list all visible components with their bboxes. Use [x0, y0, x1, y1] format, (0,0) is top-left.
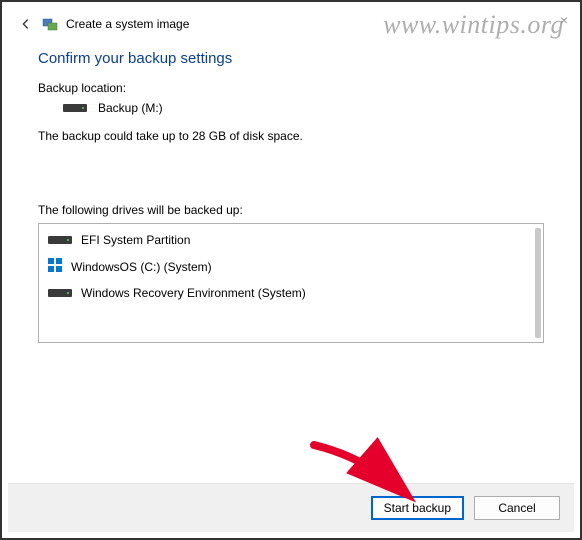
list-item: EFI System Partition — [45, 228, 525, 252]
window-title: Create a system image — [66, 17, 189, 31]
back-button[interactable] — [18, 16, 34, 32]
page-heading: Confirm your backup settings — [38, 50, 544, 67]
hdd-icon — [62, 101, 88, 115]
hdd-icon — [47, 286, 73, 300]
hdd-icon — [47, 233, 73, 247]
start-backup-button[interactable]: Start backup — [371, 496, 464, 520]
backup-location-row: Backup (M:) — [38, 101, 544, 115]
cancel-button[interactable]: Cancel — [474, 496, 560, 520]
scrollbar[interactable] — [535, 228, 541, 338]
system-image-icon — [42, 16, 58, 32]
drive-name: EFI System Partition — [81, 233, 190, 247]
drives-label: The following drives will be backed up: — [38, 203, 544, 217]
drive-list: EFI System Partition WindowsOS (C:) (Sys… — [38, 223, 544, 343]
drive-name: Windows Recovery Environment (System) — [81, 286, 306, 300]
dialog-window: × Create a system image www.wintips.org … — [8, 8, 574, 532]
drive-name: WindowsOS (C:) (System) — [71, 260, 212, 274]
list-item: Windows Recovery Environment (System) — [45, 281, 525, 305]
dialog-footer: Start backup Cancel — [8, 483, 574, 532]
windows-icon — [47, 257, 63, 276]
titlebar: Create a system image — [8, 8, 574, 38]
list-item: WindowsOS (C:) (System) — [45, 252, 525, 281]
backup-location-value: Backup (M:) — [98, 101, 163, 115]
backup-location-label: Backup location: — [38, 81, 544, 95]
content-area: Confirm your backup settings Backup loca… — [8, 38, 574, 483]
close-button[interactable]: × — [560, 12, 568, 28]
size-note: The backup could take up to 28 GB of dis… — [38, 129, 544, 143]
